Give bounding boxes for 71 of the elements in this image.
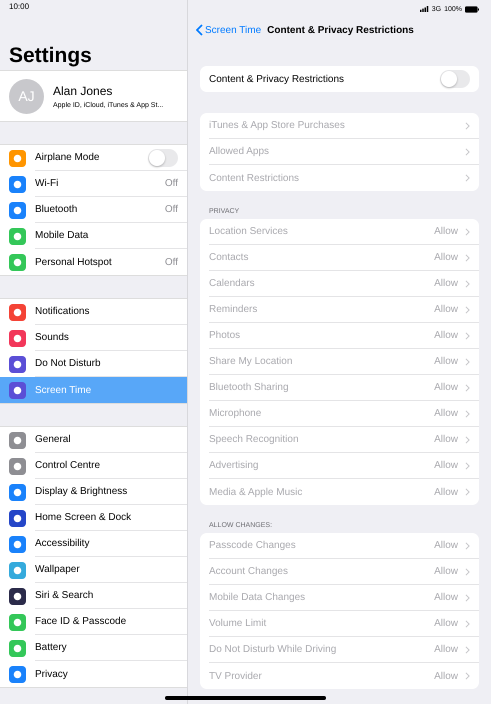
sidebar-item[interactable]: Personal Hotspot Off [0, 249, 187, 275]
sidebar-item[interactable]: Mobile Data [0, 223, 187, 249]
sidebar-item[interactable]: Privacy [0, 661, 187, 687]
sidebar-item[interactable]: Home Screen & Dock [0, 505, 187, 531]
chevron-icon [465, 306, 470, 314]
sidebar-item[interactable]: Sounds [0, 325, 187, 351]
item-label: Bluetooth [35, 204, 78, 215]
chevron-icon [465, 332, 470, 340]
sidebar-item[interactable]: Wallpaper [0, 557, 187, 583]
profile-name: Alan Jones [53, 84, 114, 98]
sidebar-item[interactable]: Notifications [0, 299, 187, 325]
item-label: Control Centre [35, 460, 100, 471]
toggle-switch[interactable] [148, 148, 178, 166]
chevron-icon [465, 122, 470, 130]
item-label: Mobile Data [35, 230, 88, 241]
chevron-icon [465, 358, 470, 366]
chevron-icon [465, 672, 470, 680]
item-label: General [35, 434, 71, 445]
sidebar-item[interactable]: Screen Time [0, 377, 187, 403]
item-label: Screen Time [35, 384, 92, 396]
toggle-switch[interactable] [440, 70, 470, 88]
signal-icon [420, 6, 429, 12]
item-value: Off [164, 256, 178, 268]
item-label: Home Screen & Dock [35, 512, 132, 523]
sidebar-item[interactable]: Bluetooth Off [0, 197, 187, 223]
chevron-icon [465, 254, 470, 262]
battery-icon [465, 6, 479, 12]
item-label: Siri & Search [35, 590, 94, 601]
chevron-icon [465, 174, 470, 182]
item-value: Off [164, 178, 178, 189]
item-label: Personal Hotspot [35, 256, 112, 268]
item-label: Face ID & Passcode [35, 616, 126, 627]
item-label: Content & Privacy Restrictions [209, 74, 344, 84]
sidebar-item[interactable]: Airplane Mode [0, 145, 187, 171]
chevron-icon [465, 410, 470, 418]
chevron-icon [465, 542, 470, 550]
sidebar-item[interactable]: Siri & Search [0, 583, 187, 609]
chevron-icon [465, 462, 470, 470]
status-time: 10:00 [9, 2, 30, 11]
sidebar-item[interactable]: Display & Brightness [0, 479, 187, 505]
item-label: Battery [35, 642, 67, 653]
chevron-icon [465, 436, 470, 444]
chevron-icon [465, 594, 470, 602]
chevron-icon [465, 384, 470, 392]
item-label: Wallpaper [35, 564, 80, 575]
item-label: Privacy [35, 668, 68, 680]
sidebar-item[interactable]: Wi-Fi Off [0, 171, 187, 197]
item-label: Accessibility [35, 538, 90, 549]
item-label: Wi-Fi [35, 178, 58, 189]
item-label: Notifications [35, 306, 90, 317]
item-label: Sounds [35, 332, 69, 343]
sidebar-title: Settings [8, 43, 93, 69]
chevron-icon [465, 148, 470, 156]
chevron-icon [465, 280, 470, 288]
sidebar-item[interactable]: Accessibility [0, 531, 187, 557]
back-chevron-icon [196, 24, 203, 36]
chevron-icon [465, 228, 470, 236]
sidebar-item[interactable]: Battery [0, 635, 187, 661]
item-value: Off [164, 204, 178, 215]
item-label: Airplane Mode [35, 152, 100, 163]
sidebar-item[interactable]: Face ID & Passcode [0, 609, 187, 635]
sidebar-item[interactable]: General [0, 427, 187, 453]
chevron-icon [465, 488, 470, 496]
page-title: Content & Privacy Restrictions [267, 24, 414, 36]
item-label: Do Not Disturb [35, 358, 101, 369]
chevron-icon [465, 646, 470, 654]
item-label: Display & Brightness [35, 486, 128, 497]
chevron-icon [465, 568, 470, 576]
back-button[interactable]: Screen Time [196, 24, 262, 36]
sidebar-item[interactable]: Control Centre [0, 453, 187, 479]
chevron-icon [465, 620, 470, 628]
